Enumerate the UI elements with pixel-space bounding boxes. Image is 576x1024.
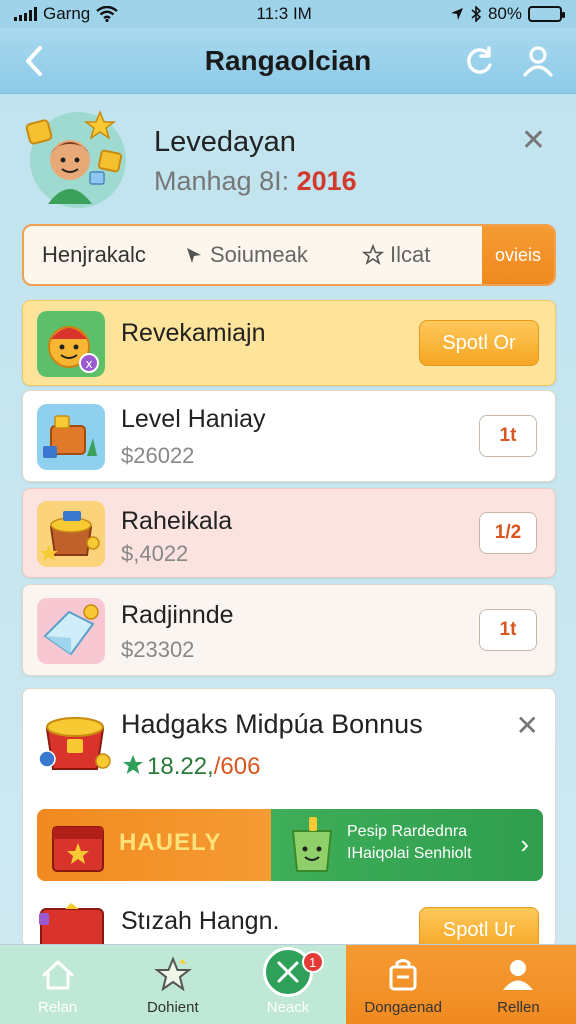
crystal-icon	[37, 598, 105, 664]
location-icon	[450, 8, 463, 20]
tabbar-item-profile[interactable]: Rellen	[460, 945, 576, 1024]
gift-chest-icon	[39, 903, 104, 949]
jar-character-icon	[291, 817, 333, 872]
tabbar-item-favorites[interactable]: Dohient	[115, 945, 231, 1024]
tab-label: Henjrakalc	[42, 242, 146, 267]
tab-bar: Henjrakalc Soiumeak Ilcat ovieis	[22, 224, 556, 286]
star-outline-icon	[362, 244, 384, 265]
tab-ovieis[interactable]: ovieis	[482, 226, 554, 284]
button-label: 1t	[499, 425, 517, 446]
notification-badge: 1	[301, 951, 324, 973]
gift-box-icon	[52, 826, 104, 872]
tabbar-item-center[interactable]: 1 Neack	[230, 945, 346, 1024]
button-label: 1/2	[494, 522, 522, 543]
tabbar-label: Dongaenad	[364, 999, 442, 1016]
page-title: Rangaolcian	[204, 44, 372, 76]
bonus-title: Hadgaks Midpúa Bonnus	[121, 709, 423, 739]
tab-soiumeak[interactable]: Soiumeak	[184, 226, 362, 284]
promo-banner-line1: Pesip Rardednra	[347, 823, 468, 840]
user-icon	[503, 960, 534, 990]
clock: 11:3 IM	[256, 4, 312, 23]
button-label: 1t	[499, 619, 517, 640]
tab-ilcat[interactable]: Ilcat	[362, 226, 482, 284]
promo-banner-label: HAUELY	[119, 829, 222, 856]
list-item-action-button[interactable]: 1/2	[479, 512, 537, 554]
bonus-value-main: 18.22,	[147, 753, 214, 780]
featured-title: Revekamiajn	[121, 319, 266, 347]
bonus-value: 18.22,/606	[147, 753, 260, 781]
list-item-action-button[interactable]: 1t	[479, 609, 537, 651]
profile-subtitle-prefix: Manhag 8I:	[154, 166, 290, 196]
list-item-price: $23302	[121, 637, 195, 662]
list-item-title: Level Haniay	[121, 405, 266, 433]
bottom-tab-bar: Relan Dohient 1 Neack Dongaenad Rellen	[0, 944, 576, 1024]
avatar[interactable]	[25, 109, 126, 208]
back-arrow-icon[interactable]	[18, 42, 52, 80]
promo-banner-line2: IHaiqolai Senhiolt	[347, 845, 472, 862]
battery-percent: 80%	[487, 4, 522, 23]
list-item[interactable]: Level Haniay $26022 1t	[22, 390, 556, 482]
close-icon[interactable]: ✕	[516, 709, 539, 742]
tabbar-label: Dohient	[146, 999, 199, 1016]
wifi-icon	[96, 6, 118, 22]
list-item[interactable]: Raheikala $,4022 1/2	[22, 488, 556, 578]
carrier-label: Garng	[43, 4, 91, 23]
list-item-title: Raheikala	[121, 507, 233, 535]
chevron-right-icon[interactable]: ›	[520, 829, 529, 860]
bag-icon	[389, 959, 417, 991]
tab-label: ovieis	[494, 244, 542, 265]
promo-banner[interactable]: HAUELY Pesip Rardednra IHaiqolai Senhiol…	[37, 809, 543, 881]
gold-pot-icon	[37, 501, 105, 567]
user-icon[interactable]	[520, 43, 556, 79]
bonus-card: Hadgaks Midpúa Bonnus 18.22,/606 ✕ HAUEL…	[22, 688, 556, 953]
promo-banner-text: Pesip Rardednra IHaiqolai Senhiolt	[347, 821, 472, 865]
list-item-title: Radjinnde	[121, 601, 234, 629]
tabbar-item-home[interactable]: Relan	[0, 945, 116, 1024]
svg-text:x: x	[85, 357, 92, 371]
list-item-title: Stızah Hangn.	[121, 907, 280, 935]
tabbar-label: Neack	[266, 999, 310, 1016]
signal-icon	[14, 7, 37, 21]
tab-label: Ilcat	[390, 242, 431, 267]
nav-bar: Rangaolcian	[0, 28, 576, 94]
status-bar: Garng 11:3 IM 80%	[0, 0, 576, 28]
tabbar-label: Relan	[38, 999, 78, 1016]
list-item-price: $26022	[121, 443, 195, 468]
tab-henjrakalc[interactable]: Henjrakalc	[24, 226, 184, 284]
treasure-chest-icon	[37, 404, 105, 470]
featured-character-icon: x	[37, 311, 105, 377]
bonus-value-tail: /606	[213, 753, 261, 780]
cursor-icon	[187, 248, 201, 263]
promo-banner-left: HAUELY	[37, 809, 271, 881]
list-item-featured[interactable]: x Revekamiajn Spotl Or	[22, 300, 556, 386]
list-item-price: $,4022	[121, 541, 189, 566]
featured-button-label: Spotl Or	[442, 331, 516, 354]
button-label: Spotl Ur	[442, 918, 516, 941]
close-icon[interactable]: ✕	[521, 126, 546, 156]
list-item-action-button[interactable]: 1t	[479, 415, 537, 457]
tabbar-label: Rellen	[497, 999, 540, 1016]
profile-subtitle: Manhag 8I: 2016	[154, 166, 357, 197]
star-icon	[123, 755, 143, 774]
battery-icon	[528, 6, 565, 22]
profile-header: Levedayan Manhag 8I: 2016 ✕	[22, 109, 556, 216]
profile-name: Levedayan	[154, 126, 296, 158]
bluetooth-icon	[471, 6, 482, 22]
refresh-icon[interactable]	[462, 43, 498, 79]
swords-icon	[277, 961, 299, 983]
featured-action-button[interactable]: Spotl Or	[419, 320, 539, 366]
tabbar-item-shop[interactable]: Dongaenad	[345, 945, 461, 1024]
home-icon	[42, 960, 74, 990]
bonus-chest-icon	[38, 717, 111, 770]
tab-label: Soiumeak	[210, 242, 308, 267]
star-icon	[153, 956, 192, 992]
promo-banner-right: Pesip Rardednra IHaiqolai Senhiolt ›	[271, 809, 543, 881]
profile-year: 2016	[296, 166, 357, 196]
list-item[interactable]: Radjinnde $23302 1t	[22, 584, 556, 676]
